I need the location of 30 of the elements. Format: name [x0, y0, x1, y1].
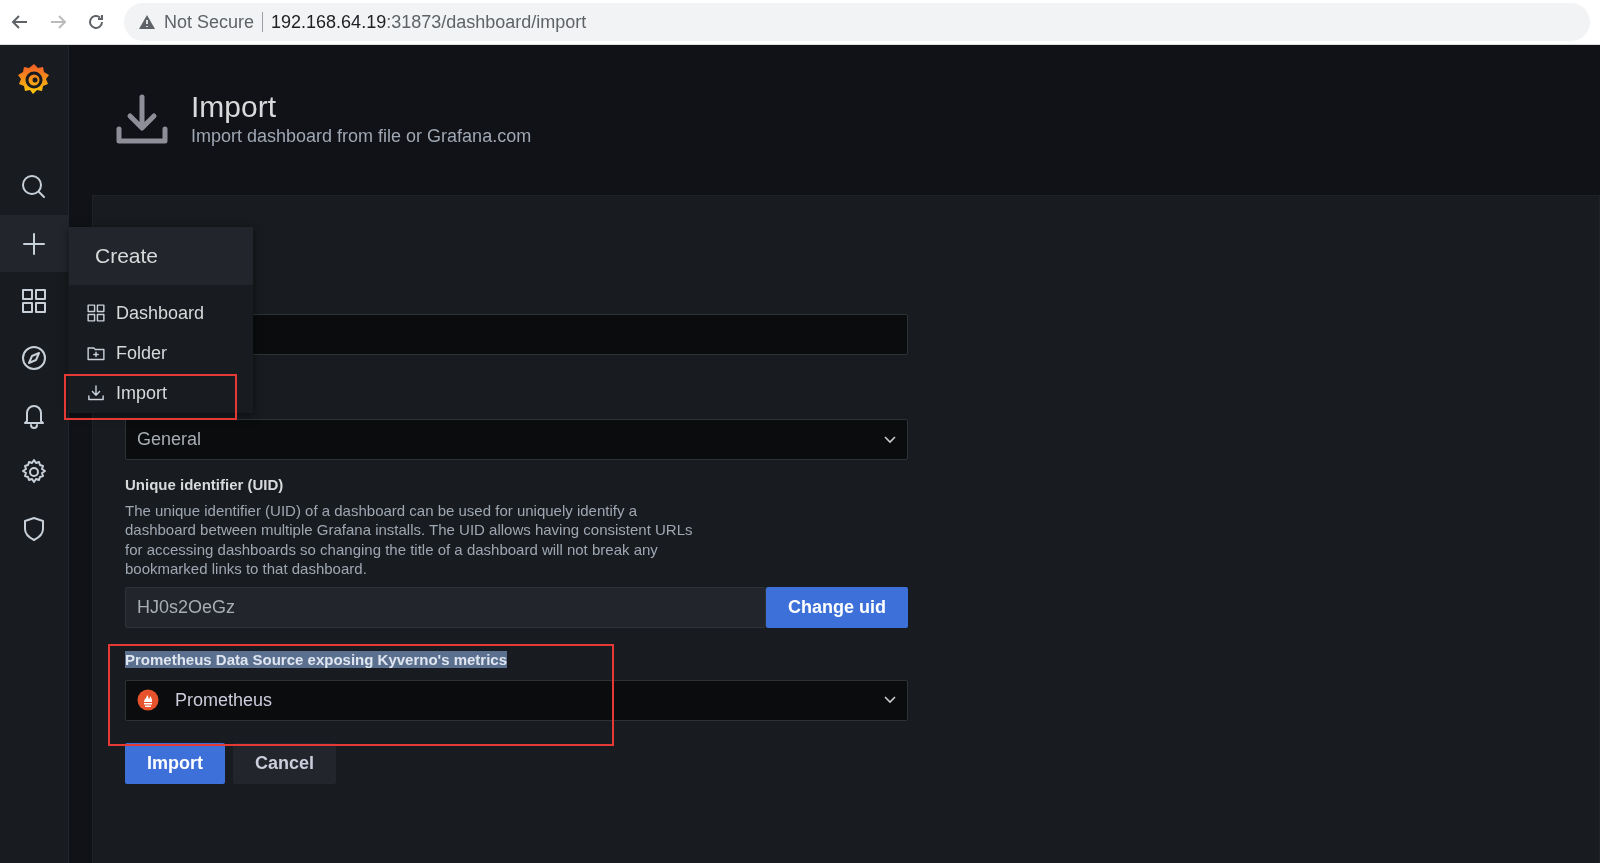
uid-input-field[interactable]: HJ0s2OeGz	[125, 586, 766, 628]
field-description: The unique identifier (UID) of a dashboard can be used for uniquely identify a dashboard between multiple Grafana installs. The UID allows having consistent URLs for accessing dashboards so changing the title of a dashboard will not break any bookmarked links to that dashboard.	[125, 500, 694, 579]
menu-item[interactable]: Dashboard	[69, 293, 253, 333]
address-bar[interactable]: Not Secure 192.168.64.19:31873/dashboard/import	[124, 3, 1590, 41]
datasource-select[interactable]: Prometheus	[125, 679, 908, 721]
chevron-down-icon	[884, 696, 896, 704]
page-title: Import	[191, 90, 278, 123]
menu-item[interactable]: Folder	[69, 333, 253, 373]
reload-icon[interactable]	[86, 12, 106, 32]
grid-icon[interactable]	[20, 286, 48, 315]
flame-icon	[137, 689, 159, 711]
compass-icon[interactable]	[20, 343, 48, 372]
folder-select[interactable]: General	[125, 419, 908, 460]
import-button[interactable]: Import	[125, 742, 225, 784]
grid-icon	[86, 303, 106, 323]
import-icon	[115, 93, 169, 147]
search-icon[interactable]	[20, 172, 48, 201]
field-label: Unique identifier (UID)	[125, 475, 285, 495]
menu-item[interactable]: Import	[69, 373, 253, 413]
download-icon	[86, 383, 106, 403]
cancel-button[interactable]: Cancel	[233, 742, 337, 784]
chevron-down-icon	[884, 435, 896, 444]
page-subtitle: Import dashboard from file or Grafana.com	[191, 125, 532, 148]
settings-icon[interactable]	[20, 457, 48, 486]
menu-title: Create	[69, 227, 253, 285]
security-label: Not Secure	[164, 10, 255, 34]
url-text: 192.168.64.19:31873/dashboard/import	[271, 10, 587, 34]
field-label: Prometheus Data Source exposing Kyverno's metrics	[125, 650, 508, 668]
change-uid-button[interactable]: Change uid	[766, 586, 908, 628]
warning-icon	[138, 14, 156, 30]
